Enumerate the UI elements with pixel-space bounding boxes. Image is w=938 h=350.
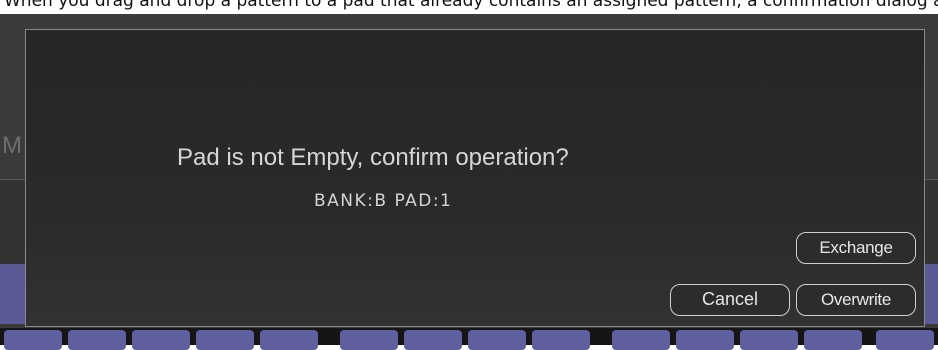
confirm-dialog: Pad is not Empty, confirm operation? BAN… [25, 29, 925, 327]
cancel-button[interactable]: Cancel [670, 284, 790, 316]
pad[interactable] [740, 330, 798, 350]
pad[interactable] [676, 330, 734, 350]
dialog-detail: BANK:B PAD:1 [314, 191, 453, 211]
pad[interactable] [532, 330, 590, 350]
pad-row [0, 328, 938, 350]
overwrite-button[interactable]: Overwrite [796, 284, 916, 316]
pad[interactable] [196, 330, 254, 350]
pad[interactable] [340, 330, 398, 350]
pad[interactable] [260, 330, 318, 350]
pad[interactable] [876, 330, 934, 350]
pad[interactable] [68, 330, 126, 350]
document-caption: When you drag and drop a pattern to a pa… [4, 0, 938, 11]
exchange-button[interactable]: Exchange [796, 232, 916, 264]
pad[interactable] [404, 330, 462, 350]
pad[interactable] [804, 330, 862, 350]
background-partial-label: M [2, 132, 22, 159]
pad[interactable] [612, 330, 670, 350]
pad[interactable] [132, 330, 190, 350]
pad[interactable] [4, 330, 62, 350]
pad[interactable] [468, 330, 526, 350]
dialog-message: Pad is not Empty, confirm operation? [177, 144, 569, 171]
